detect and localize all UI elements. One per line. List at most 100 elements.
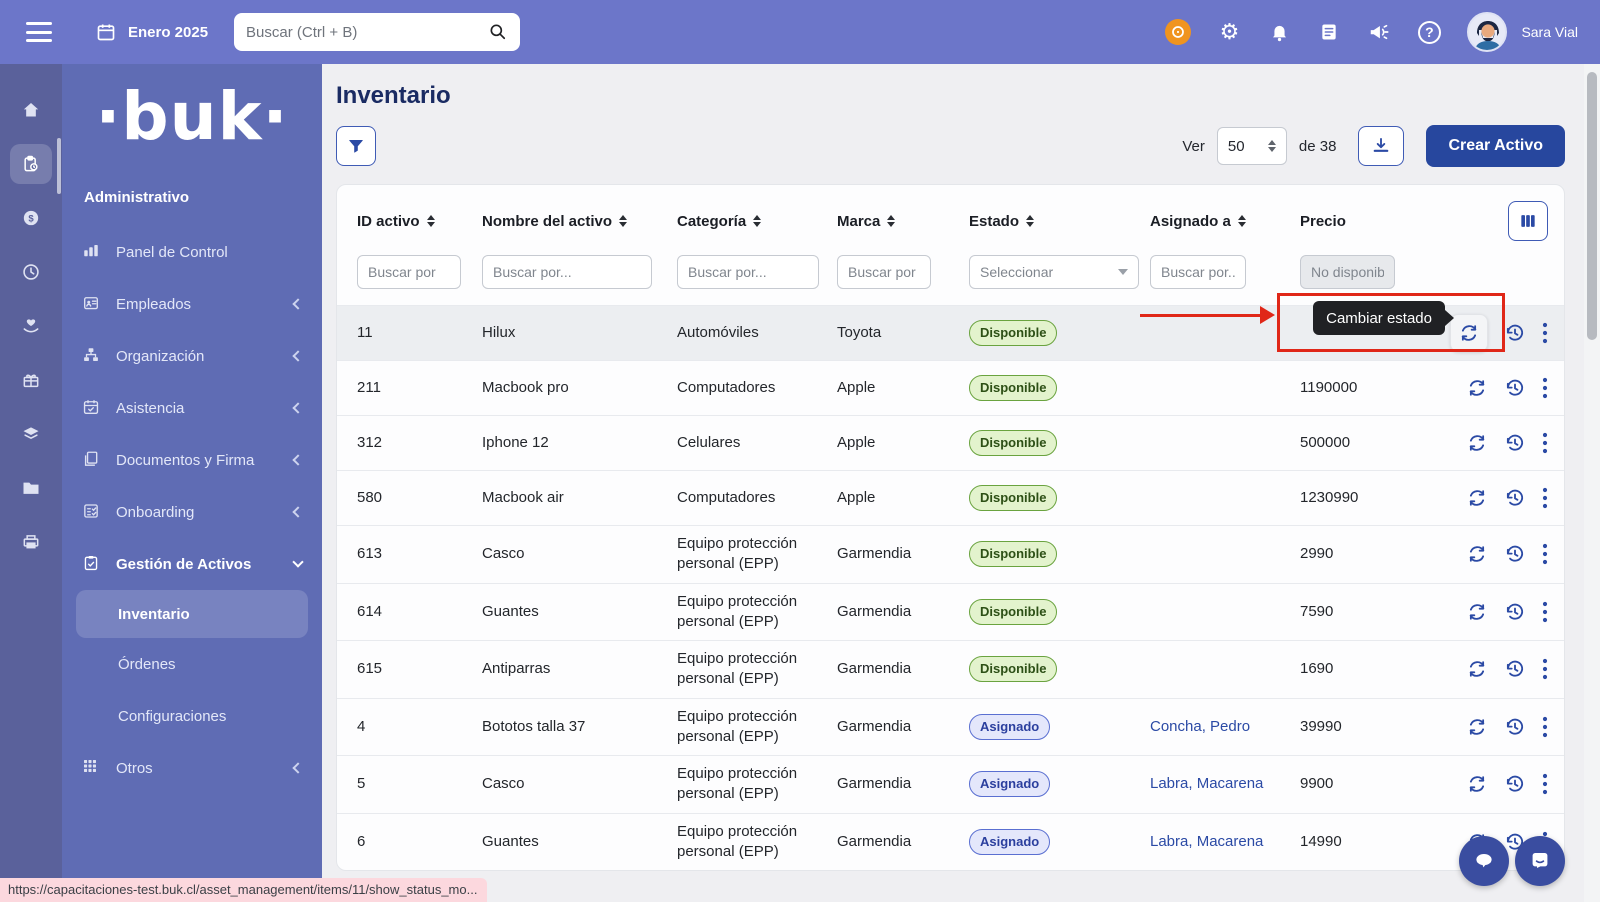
sort-icon[interactable] <box>887 215 895 227</box>
kebab-menu-button[interactable] <box>1542 601 1548 623</box>
home-icon[interactable] <box>10 90 52 130</box>
payroll-dollar-icon[interactable]: $ <box>10 198 52 238</box>
help-icon[interactable]: ? <box>1417 20 1441 44</box>
history-button[interactable] <box>1504 601 1526 623</box>
change-status-button[interactable] <box>1466 543 1488 565</box>
cell-name: Macbook air <box>482 488 677 508</box>
filter-assigned-input[interactable] <box>1150 255 1246 289</box>
settings-gear-icon[interactable]: ⚙ <box>1217 20 1241 44</box>
history-button[interactable] <box>1504 487 1526 509</box>
table-row[interactable]: 6 Guantes Equipo protección personal (EP… <box>337 813 1564 871</box>
employees-badge-icon <box>82 294 102 314</box>
sidebar-item-empleados[interactable]: Empleados <box>62 278 322 330</box>
time-clock-icon[interactable] <box>10 252 52 292</box>
asset-management-rail-icon[interactable] <box>10 144 52 184</box>
create-asset-button[interactable]: Crear Activo <box>1426 125 1565 167</box>
announcements-megaphone-icon[interactable] <box>1367 20 1391 44</box>
cell-name: Casco <box>482 774 677 794</box>
user-name[interactable]: Sara Vial <box>1521 24 1578 40</box>
benefits-hand-heart-icon[interactable] <box>10 306 52 346</box>
kiosk-printer-icon[interactable] <box>10 522 52 562</box>
page-size-select[interactable]: 50 <box>1217 127 1287 165</box>
kebab-menu-button[interactable] <box>1542 543 1548 565</box>
change-status-button[interactable] <box>1466 658 1488 680</box>
table-row[interactable]: 5 Casco Equipo protección personal (EPP)… <box>337 755 1564 813</box>
kebab-menu-button[interactable] <box>1542 432 1548 454</box>
kebab-menu-button[interactable] <box>1542 658 1548 680</box>
cell-category: Celulares <box>677 433 837 453</box>
kebab-menu-button[interactable] <box>1542 377 1548 399</box>
table-row[interactable]: 312 Iphone 12 Celulares Apple Disponible… <box>337 415 1564 470</box>
kebab-menu-button[interactable] <box>1542 716 1548 738</box>
sidebar-item-gestion-de-activos[interactable]: Gestión de Activos <box>62 538 322 590</box>
cell-id: 312 <box>357 433 482 453</box>
user-avatar[interactable] <box>1467 12 1507 52</box>
column-picker-button[interactable] <box>1508 201 1548 241</box>
sidebar-item-asistencia[interactable]: Asistencia <box>62 382 322 434</box>
change-status-button[interactable] <box>1466 377 1488 399</box>
chevron-left-icon <box>292 402 303 413</box>
table-row[interactable]: 211 Macbook pro Computadores Apple Dispo… <box>337 360 1564 415</box>
kebab-menu-button[interactable] <box>1542 322 1548 344</box>
scrollbar-track[interactable] <box>1584 64 1600 902</box>
assigned-link[interactable]: Labra, Macarena <box>1150 775 1263 792</box>
table-row[interactable]: 614 Guantes Equipo protección personal (… <box>337 583 1564 641</box>
history-button[interactable] <box>1504 322 1526 344</box>
change-status-button[interactable] <box>1466 487 1488 509</box>
history-button[interactable] <box>1504 773 1526 795</box>
filter-brand-input[interactable] <box>837 255 931 289</box>
global-search-input[interactable] <box>246 24 480 41</box>
filter-button[interactable] <box>336 126 376 166</box>
filter-category-input[interactable] <box>677 255 819 289</box>
sort-icon[interactable] <box>619 215 627 227</box>
history-button[interactable] <box>1504 432 1526 454</box>
notes-icon[interactable] <box>1317 20 1341 44</box>
sort-icon[interactable] <box>427 215 435 227</box>
download-button[interactable] <box>1358 126 1404 166</box>
history-button[interactable] <box>1504 543 1526 565</box>
filter-price-input-disabled <box>1300 255 1395 289</box>
change-status-button[interactable] <box>1466 773 1488 795</box>
sidebar-item-documentos-y-firma[interactable]: Documentos y Firma <box>62 434 322 486</box>
column-header-name: Nombre del activo <box>482 213 677 230</box>
period-selector[interactable]: Enero 2025 <box>94 20 208 44</box>
search-icon[interactable] <box>488 22 508 42</box>
sort-icon[interactable] <box>1026 215 1034 227</box>
support-icon[interactable] <box>1165 19 1191 45</box>
sort-icon[interactable] <box>1238 215 1246 227</box>
sidebar-subitem-ordenes[interactable]: Órdenes <box>62 638 322 690</box>
scrollbar-thumb[interactable] <box>1587 72 1597 340</box>
table-row[interactable]: 613 Casco Equipo protección personal (EP… <box>337 525 1564 583</box>
history-button[interactable] <box>1504 716 1526 738</box>
change-status-button[interactable] <box>1466 432 1488 454</box>
assigned-link[interactable]: Concha, Pedro <box>1150 718 1250 735</box>
change-status-button[interactable] <box>1466 601 1488 623</box>
gift-box-icon[interactable] <box>10 360 52 400</box>
sidebar-item-organizacion[interactable]: Organización <box>62 330 322 382</box>
sidebar-subitem-inventario[interactable]: Inventario <box>76 590 308 638</box>
training-layers-icon[interactable] <box>10 414 52 454</box>
hamburger-menu-icon[interactable] <box>26 22 52 42</box>
history-button[interactable] <box>1504 377 1526 399</box>
sort-icon[interactable] <box>753 215 761 227</box>
notifications-bell-icon[interactable] <box>1267 20 1291 44</box>
sidebar-item-onboarding[interactable]: Onboarding <box>62 486 322 538</box>
change-status-button[interactable] <box>1450 314 1488 352</box>
filter-id-input[interactable] <box>357 255 461 289</box>
sidebar-item-panel-de-control[interactable]: Panel de Control <box>62 226 322 278</box>
sidebar-subitem-configuraciones[interactable]: Configuraciones <box>62 690 322 742</box>
table-row[interactable]: 4 Bototos talla 37 Equipo protección per… <box>337 698 1564 756</box>
messenger-button[interactable] <box>1515 836 1565 886</box>
change-status-button[interactable] <box>1466 716 1488 738</box>
table-row[interactable]: 615 Antiparras Equipo protección persona… <box>337 640 1564 698</box>
sidebar-item-otros[interactable]: Otros <box>62 742 322 794</box>
assigned-link[interactable]: Labra, Macarena <box>1150 833 1263 850</box>
history-button[interactable] <box>1504 658 1526 680</box>
kebab-menu-button[interactable] <box>1542 487 1548 509</box>
table-row[interactable]: 580 Macbook air Computadores Apple Dispo… <box>337 470 1564 525</box>
filter-name-input[interactable] <box>482 255 652 289</box>
kebab-menu-button[interactable] <box>1542 773 1548 795</box>
folder-icon[interactable] <box>10 468 52 508</box>
chat-bubble-button[interactable] <box>1459 836 1509 886</box>
filter-status-select[interactable]: Seleccionar <box>969 255 1139 289</box>
